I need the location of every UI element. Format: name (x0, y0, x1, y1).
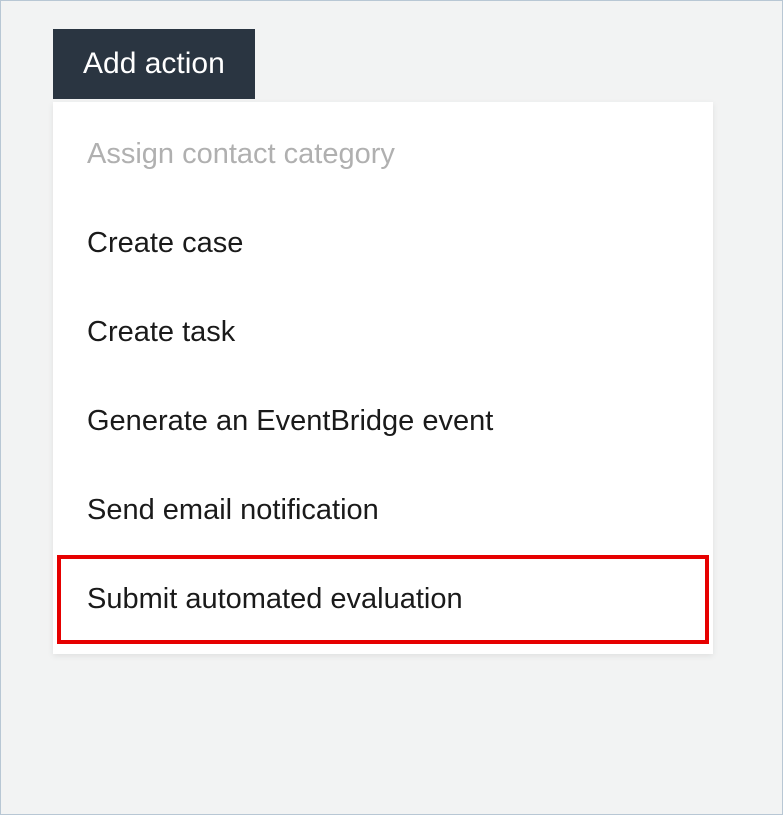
dropdown-item-generate-eventbridge-event[interactable]: Generate an EventBridge event (53, 377, 713, 466)
add-action-button[interactable]: Add action (53, 29, 255, 99)
dropdown-item-create-task[interactable]: Create task (53, 288, 713, 377)
dropdown-item-create-case[interactable]: Create case (53, 199, 713, 288)
dropdown-item-submit-automated-evaluation[interactable]: Submit automated evaluation (57, 555, 709, 644)
action-dropdown-panel: Assign contact category Create case Crea… (53, 102, 713, 654)
dropdown-item-assign-contact-category: Assign contact category (53, 110, 713, 199)
dropdown-item-send-email-notification[interactable]: Send email notification (53, 466, 713, 555)
